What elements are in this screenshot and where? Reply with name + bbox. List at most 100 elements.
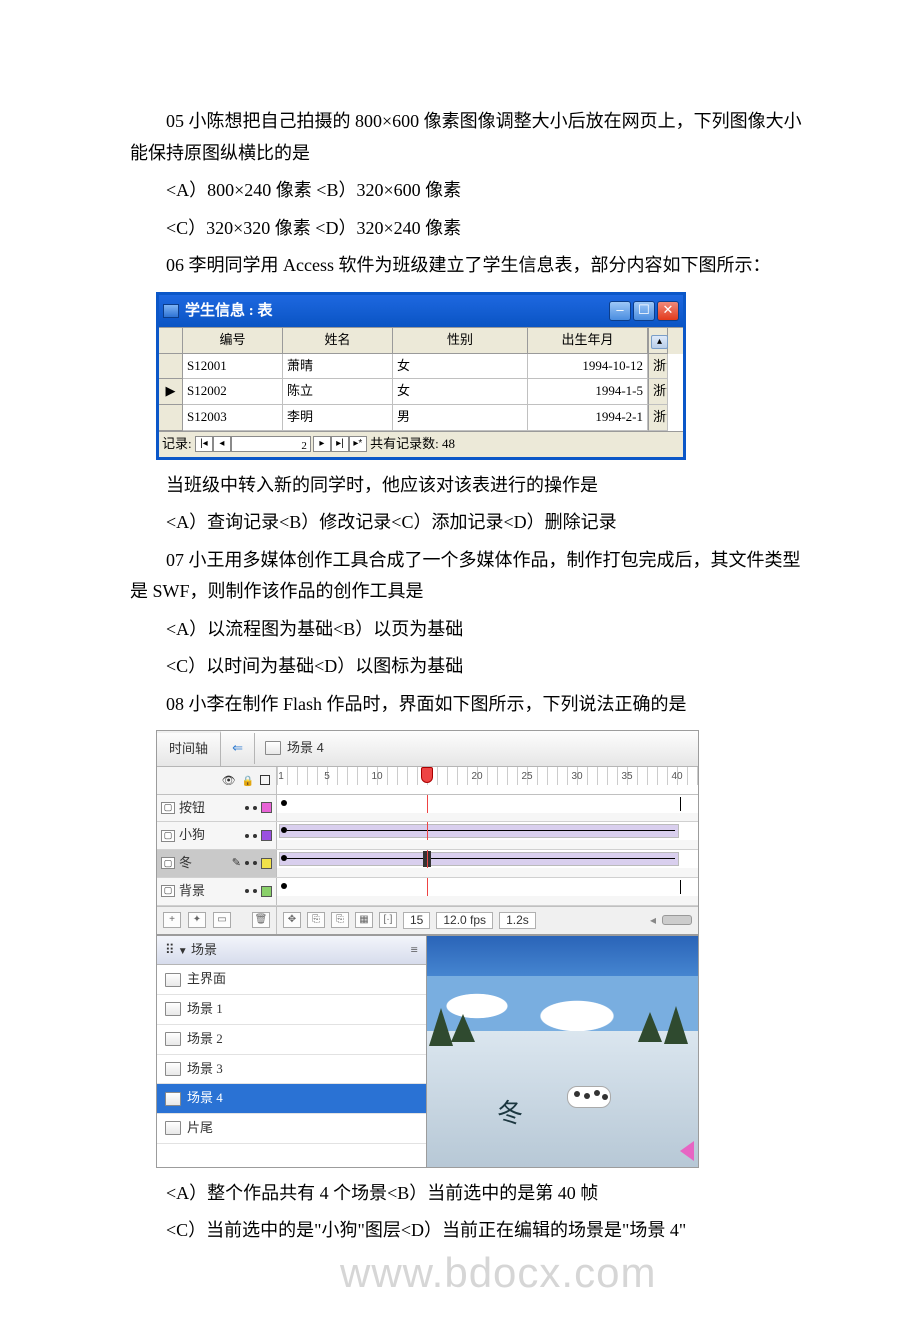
modify-markers-button[interactable]: [·] — [379, 912, 397, 928]
scene-item[interactable]: 场景 4 — [157, 1084, 426, 1114]
cell-extra: 浙江 — [653, 409, 668, 424]
dog-graphic[interactable] — [567, 1086, 611, 1108]
color-swatch[interactable] — [261, 886, 272, 897]
tween-span[interactable] — [279, 852, 679, 866]
add-layer-button[interactable]: + — [163, 912, 181, 928]
center-frame-button[interactable]: ✥ — [283, 912, 301, 928]
eye-dot[interactable] — [245, 806, 249, 810]
playhead[interactable] — [421, 767, 433, 783]
scene-panel: ⠿ ▼ 场景 ≡ 主界面 场景 1 场景 2 场景 3 场景 4 片尾 — [157, 935, 427, 1167]
cell-id[interactable]: S12001 — [183, 354, 283, 380]
cell-sex[interactable]: 男 — [393, 405, 528, 431]
col-id[interactable]: 编号 — [183, 328, 283, 354]
col-name[interactable]: 姓名 — [283, 328, 393, 354]
nav-new-button[interactable]: ▸* — [349, 436, 367, 452]
layer-row[interactable]: ▢ 背景 — [157, 878, 698, 906]
lock-dot[interactable] — [253, 806, 257, 810]
nav-current-record[interactable]: 2 — [231, 436, 311, 452]
edit-multiple-button[interactable]: ▦ — [355, 912, 373, 928]
outline-column-icon[interactable] — [260, 775, 270, 785]
delete-layer-button[interactable]: 🗑 — [252, 912, 270, 928]
tab-timeline[interactable]: 时间轴 — [157, 731, 221, 766]
keyframe-icon[interactable] — [281, 800, 287, 806]
tick-label: 20 — [471, 768, 482, 786]
row-selector[interactable] — [159, 354, 183, 380]
nav-next-button[interactable]: ▸ — [313, 436, 331, 452]
lock-dot[interactable] — [253, 834, 257, 838]
lock-column-icon[interactable] — [242, 769, 254, 792]
layer-track[interactable] — [277, 795, 698, 813]
eye-column-icon[interactable] — [222, 769, 236, 792]
scene-item[interactable]: 场景 3 — [157, 1055, 426, 1085]
stage-canvas[interactable]: 冬 — [427, 935, 698, 1167]
minimize-button[interactable]: – — [609, 301, 631, 321]
cell-dob[interactable]: 1994-10-12 — [528, 354, 648, 380]
access-titlebar[interactable]: 学生信息 : 表 – ☐ ✕ — [159, 295, 683, 327]
eye-dot[interactable] — [245, 861, 249, 865]
cell-sex[interactable]: 女 — [393, 354, 528, 380]
color-swatch[interactable] — [261, 858, 272, 869]
eye-dot[interactable] — [245, 889, 249, 893]
scene-panel-header[interactable]: ⠿ ▼ 场景 ≡ — [157, 936, 426, 966]
cell-id[interactable]: S12002 — [183, 379, 283, 405]
layer-track[interactable] — [277, 822, 698, 840]
row-selector[interactable] — [159, 405, 183, 431]
back-button[interactable]: ⇐ — [221, 733, 255, 764]
scroll-down-button[interactable]: 浙江 ▾ — [648, 405, 668, 431]
close-button[interactable]: ✕ — [657, 301, 679, 321]
color-swatch[interactable] — [261, 830, 272, 841]
tween-span[interactable] — [279, 824, 679, 838]
frame-scale[interactable]: 1 5 10 15 20 25 30 35 40 — [277, 767, 698, 785]
keyframe-icon[interactable] — [281, 883, 287, 889]
layer-row[interactable]: ▢ 冬 ✎ — [157, 850, 698, 878]
stage-text[interactable]: 冬 — [497, 1091, 523, 1137]
cell-id[interactable]: S12003 — [183, 405, 283, 431]
layer-row[interactable]: ▢ 小狗 — [157, 822, 698, 850]
scene-item[interactable]: 场景 2 — [157, 1025, 426, 1055]
access-title-text: 学生信息 : 表 — [185, 298, 273, 324]
table-row[interactable]: S12001 萧晴 女 1994-10-12 浙江 — [159, 354, 683, 380]
scroll-up-button[interactable]: ▴ — [648, 328, 668, 354]
cell-name[interactable]: 李明 — [283, 405, 393, 431]
scene-item-label: 片尾 — [187, 1117, 213, 1140]
layer-track[interactable] — [277, 850, 698, 868]
cell-dob[interactable]: 1994-1-5 — [528, 379, 648, 405]
eye-dot[interactable] — [245, 834, 249, 838]
nav-first-button[interactable]: |◂ — [195, 436, 213, 452]
playhead-line — [427, 850, 428, 868]
lock-dot[interactable] — [253, 889, 257, 893]
add-guide-button[interactable]: ✦ — [188, 912, 206, 928]
add-folder-button[interactable]: ▭ — [213, 912, 231, 928]
lock-dot[interactable] — [253, 861, 257, 865]
col-sex[interactable]: 性别 — [393, 328, 528, 354]
q05-text: 05 小陈想把自己拍摄的 800×600 像素图像调整大小后放在网页上，下列图像… — [130, 106, 810, 169]
scene-item-label: 主界面 — [187, 968, 226, 991]
cell-name[interactable]: 萧晴 — [283, 354, 393, 380]
row-selector[interactable]: ▶ — [159, 379, 183, 405]
layer-track[interactable] — [277, 878, 698, 896]
cell-dob[interactable]: 1994-2-1 — [528, 405, 648, 431]
scroll-thumb[interactable] — [662, 915, 692, 925]
onion-outline-button[interactable]: ⎘ — [331, 912, 349, 928]
color-swatch[interactable] — [261, 802, 272, 813]
scene-item[interactable]: 主界面 — [157, 965, 426, 995]
scroll-left-button[interactable]: ◂ — [650, 910, 656, 931]
scene-item-label: 场景 4 — [187, 1087, 223, 1110]
cell-sex[interactable]: 女 — [393, 379, 528, 405]
cell-name[interactable]: 陈立 — [283, 379, 393, 405]
table-row[interactable]: S12003 李明 男 1994-2-1 浙江 ▾ — [159, 405, 683, 431]
layer-row[interactable]: ▢ 按钮 — [157, 795, 698, 823]
current-scene-text: 场景 4 — [287, 737, 324, 760]
scene-item[interactable]: 场景 1 — [157, 995, 426, 1025]
tree-graphic — [664, 1006, 688, 1044]
panel-menu-button[interactable]: ≡ — [411, 939, 418, 962]
table-row[interactable]: ▶ S12002 陈立 女 1994-1-5 浙江 — [159, 379, 683, 405]
nav-last-button[interactable]: ▸| — [331, 436, 349, 452]
current-scene-label[interactable]: 场景 4 — [255, 733, 334, 764]
scene-item[interactable]: 片尾 — [157, 1114, 426, 1144]
onion-skin-button[interactable]: ⎘ — [307, 912, 325, 928]
next-scene-arrow-icon[interactable] — [680, 1141, 694, 1161]
col-dob[interactable]: 出生年月 — [528, 328, 648, 354]
maximize-button[interactable]: ☐ — [633, 301, 655, 321]
nav-prev-button[interactable]: ◂ — [213, 436, 231, 452]
